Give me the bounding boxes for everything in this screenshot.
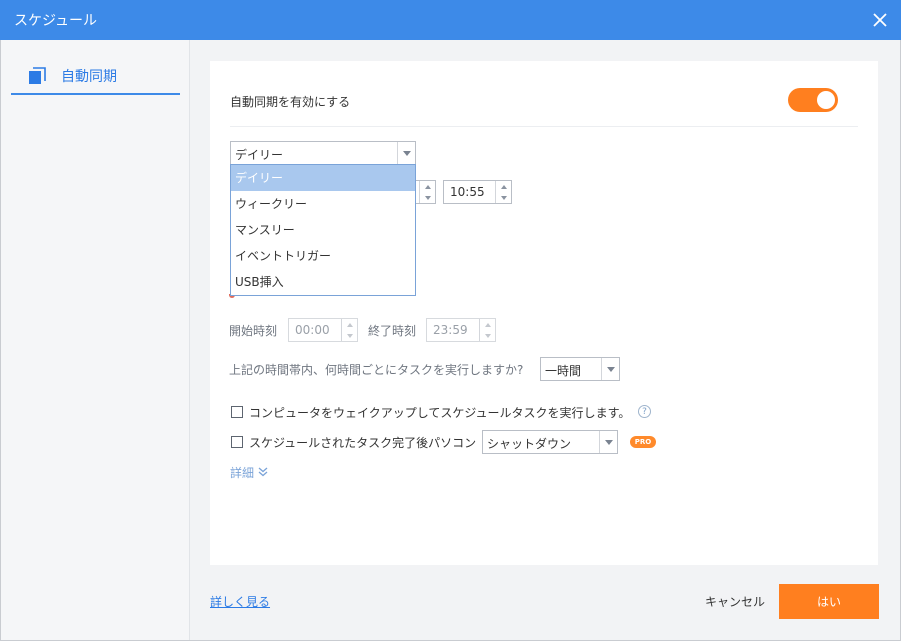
enable-label: 自動同期を有効にする [230, 95, 351, 109]
sidebar: 自動同期 [1, 40, 190, 640]
time-value: 10:55 [450, 185, 485, 199]
option-daily[interactable]: デイリー [231, 165, 415, 191]
cancel-button[interactable]: キャンセル [705, 593, 765, 610]
enable-toggle[interactable] [788, 88, 838, 112]
spinner-buttons[interactable] [479, 319, 495, 341]
time-spinner[interactable]: 10:55 [443, 180, 512, 204]
divider [230, 126, 858, 127]
learn-more-link[interactable]: 詳しく見る [210, 593, 270, 610]
window-title: スケジュール [14, 13, 98, 29]
spinner-buttons[interactable] [495, 181, 511, 203]
start-time-label: 開始時刻 [229, 324, 278, 338]
chevron-down-icon[interactable] [599, 431, 617, 453]
wake-label: コンピュータをウェイクアップしてスケジュールタスクを実行します。 [249, 406, 631, 420]
details-toggle[interactable]: 詳細 [230, 464, 268, 481]
spinner-buttons[interactable] [419, 181, 435, 203]
chevron-down-icon[interactable] [397, 142, 415, 164]
chevron-down-icon[interactable] [601, 358, 619, 380]
frequency-select[interactable]: デイリー [230, 141, 416, 165]
title-bar: スケジュール [0, 0, 901, 40]
interval-select[interactable]: 一時間 [540, 357, 620, 381]
frequency-value: デイリー [235, 148, 284, 162]
end-time-value: 23:59 [433, 323, 468, 337]
frequency-dropdown[interactable]: デイリー ウィークリー マンスリー イベントトリガー USB挿入 [230, 164, 416, 296]
interval-value: 一時間 [545, 364, 582, 378]
double-chevron-down-icon [258, 466, 268, 480]
wake-checkbox[interactable] [231, 406, 243, 418]
option-monthly[interactable]: マンスリー [231, 217, 415, 243]
settings-panel [210, 61, 878, 565]
interval-question: 上記の時間帯内、何時間ごとにタスクを実行しますか? [229, 363, 524, 377]
start-time-spinner[interactable]: 00:00 [288, 318, 358, 342]
after-task-label: スケジュールされたタスク完了後パソコン [249, 436, 477, 450]
option-weekly[interactable]: ウィークリー [231, 191, 415, 217]
close-icon[interactable] [869, 9, 891, 31]
ok-button[interactable]: はい [779, 584, 879, 619]
pro-badge: PRO [630, 436, 656, 448]
details-label: 詳細 [230, 466, 255, 480]
after-task-checkbox[interactable] [231, 436, 243, 448]
after-action-select[interactable]: シャットダウン [482, 430, 618, 454]
spinner-buttons[interactable] [341, 319, 357, 341]
start-time-value: 00:00 [295, 323, 330, 337]
sidebar-item-auto-sync[interactable]: 自動同期 [11, 63, 180, 95]
option-event-trigger[interactable]: イベントトリガー [231, 243, 415, 269]
toggle-knob [817, 91, 835, 109]
end-time-label: 終了時刻 [368, 324, 417, 338]
sidebar-item-label: 自動同期 [61, 69, 117, 85]
after-action-value: シャットダウン [487, 437, 572, 451]
copy-icon [28, 67, 46, 85]
option-usb-insert[interactable]: USB挿入 [231, 269, 415, 295]
help-icon[interactable]: ? [638, 405, 651, 418]
end-time-spinner[interactable]: 23:59 [426, 318, 496, 342]
